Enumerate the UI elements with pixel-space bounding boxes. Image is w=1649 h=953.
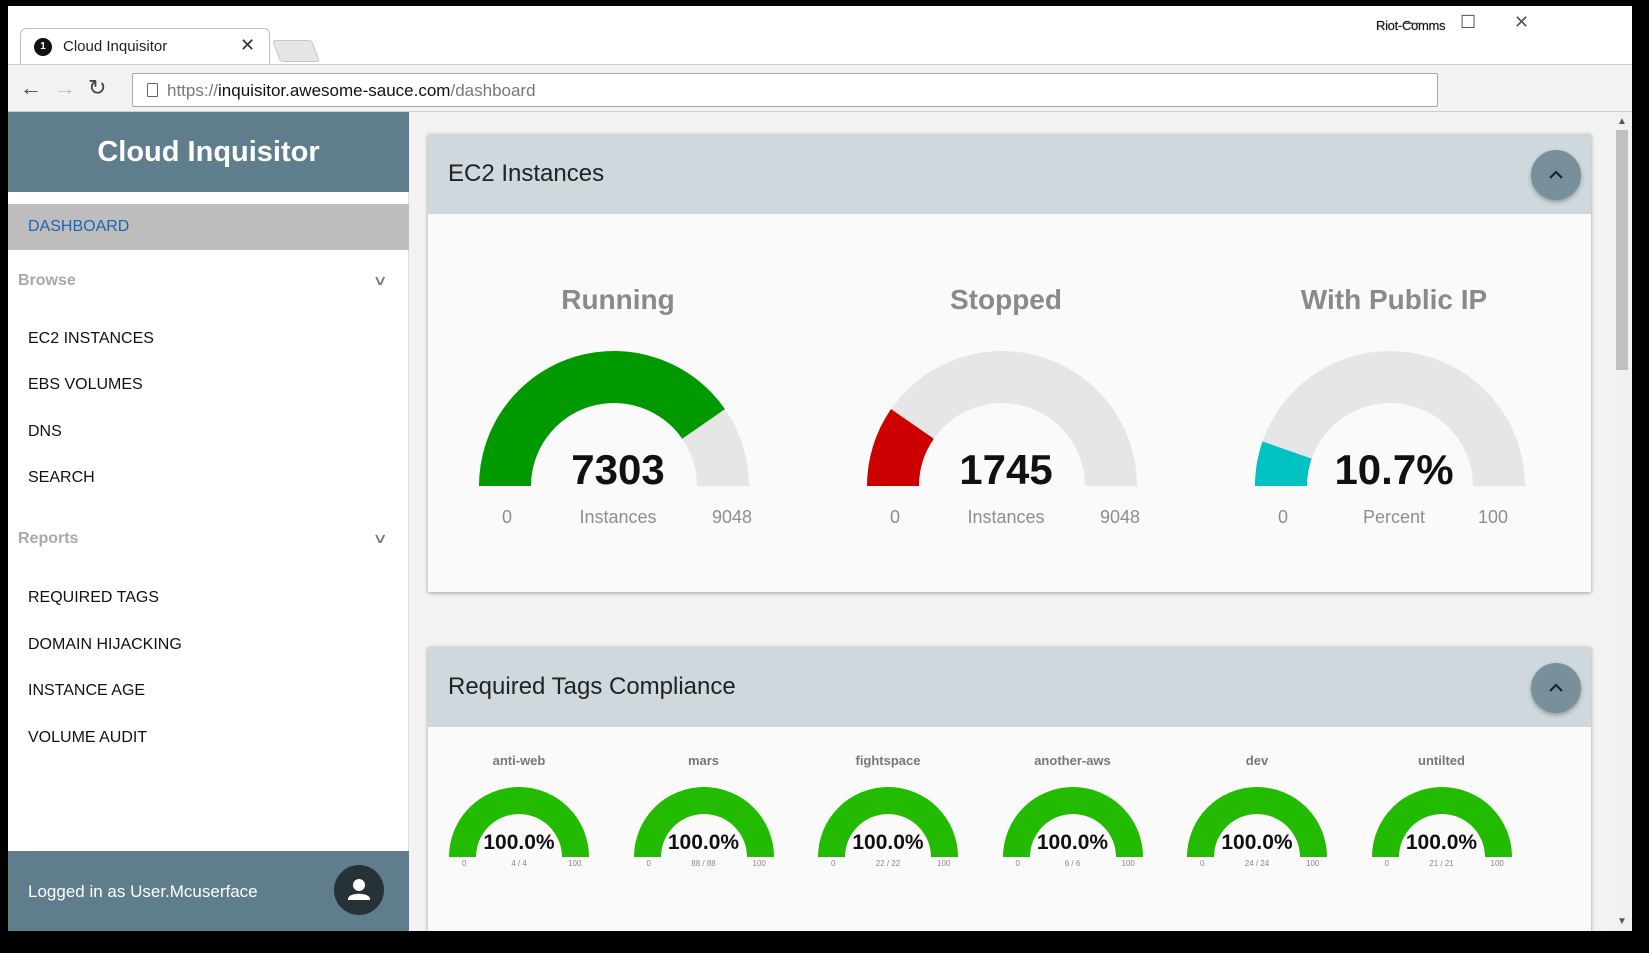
scroll-up-icon[interactable]: ▲ [1617,116,1627,127]
sidebar-group-reports[interactable]: Reports [18,530,78,548]
sidebar-item-ec2-instances[interactable]: EC2 INSTANCES [28,330,154,348]
collapse-button[interactable] [1531,663,1581,713]
tag-gauge-title: anti-web [492,753,546,768]
card-header: EC2 Instances [428,134,1591,214]
gauge-max-public-ip: 100 [1478,507,1509,527]
tag-gauge-value: 100.0% [1405,831,1478,854]
tag-gauge-max: 100 [752,859,766,868]
card-title: Required Tags Compliance [448,673,736,700]
url-host: inquisitor.awesome-sauce.com [218,81,451,100]
sidebar-item-required-tags[interactable]: REQUIRED TAGS [28,589,159,607]
sidebar-item-dashboard[interactable]: DASHBOARD [8,204,409,250]
sidebar-footer: Logged in as User.Mcuserface [8,851,409,931]
sidebar-item-instance-age[interactable]: INSTANCE AGE [28,682,145,700]
collapse-button[interactable] [1531,150,1581,200]
gauge-max-running: 9048 [712,507,753,527]
tag-gauge-value: 100.0% [667,831,740,854]
tag-gauge-max: 100 [937,859,951,868]
app-title: Cloud Inquisitor [8,112,409,192]
scroll-thumb[interactable] [1616,130,1628,370]
chevron-up-icon [1549,683,1563,692]
tag-gauge-value: 100.0% [1036,831,1109,854]
minimize-icon[interactable]: — [1404,12,1422,33]
logged-in-user: Logged in as User.Mcuserface [28,882,258,901]
tag-gauge-title: another-aws [1034,753,1111,768]
card-header: Required Tags Compliance [428,647,1591,727]
sidebar-group-browse[interactable]: Browse [18,272,76,290]
tag-gauge-max: 100 [568,859,582,868]
gauge-min-running: 0 [502,507,513,527]
tab-close-icon[interactable]: ✕ [240,35,255,56]
tag-gauge-value: 100.0% [852,831,924,854]
sidebar-item-search[interactable]: SEARCH [28,469,95,487]
required-tags-card: Required Tags Compliance anti-web 100.0% 0… [428,647,1591,931]
gauge-title-running: Running [561,284,675,315]
tag-gauge-title: fightspace [855,753,921,768]
reload-icon[interactable]: ↻ [88,75,106,101]
url-path: /dashboard [450,81,536,100]
sidebar-item-dns[interactable]: DNS [28,423,62,441]
user-avatar-icon[interactable] [334,865,384,915]
sidebar: Cloud Inquisitor DASHBOARD Browse ∨ EC2 … [8,112,409,931]
gauge-value-public-ip: 10.7% [1334,446,1454,493]
gauge-value-running: 7303 [571,446,665,493]
tab-title: Cloud Inquisitor [63,38,168,55]
tag-gauge-value: 100.0% [483,831,555,854]
gauge-title-public-ip: With Public IP [1300,284,1488,315]
title-bar: 1 Cloud Inquisitor ✕ Riot-Comms — ☐ ✕ [8,6,1632,66]
back-arrow-icon[interactable]: ← [20,75,42,101]
gauge-title-stopped: Stopped [950,284,1062,315]
chevron-down-icon[interactable]: ∨ [372,530,387,547]
sidebar-item-domain-hijacking[interactable]: DOMAIN HIJACKING [28,636,182,654]
gauge-value-stopped: 1745 [959,446,1053,493]
sidebar-item-volume-audit[interactable]: VOLUME AUDIT [28,729,147,747]
tag-gauge-max: 100 [1306,859,1320,868]
tag-gauge-max: 100 [1121,859,1135,868]
address-bar[interactable]: https://inquisitor.awesome-sauce.com/das… [132,73,1438,107]
tag-gauge-title: untilted [1418,753,1465,768]
url-text: https://inquisitor.awesome-sauce.com/das… [167,81,536,101]
scrollbar[interactable]: ▲ ▼ [1612,112,1632,931]
card-title: EC2 Instances [448,160,605,187]
sidebar-item-ebs-volumes[interactable]: EBS VOLUMES [28,376,143,394]
scroll-down-icon[interactable]: ▼ [1617,916,1627,927]
browser-toolbar: ← → ↻ https://inquisitor.awesome-sauce.c… [8,64,1632,112]
gauge-min-stopped: 0 [890,507,901,527]
chevron-down-icon[interactable]: ∨ [372,272,387,289]
tag-gauge-value: 100.0% [1221,831,1293,854]
tag-gauge-title: dev [1245,753,1269,768]
tab-favicon-icon: 1 [34,38,52,56]
main-content: EC2 Instances Running 7303 Instances 0 9… [409,112,1632,931]
maximize-icon[interactable]: ☐ [1460,12,1476,33]
tag-gauge-title: mars [687,753,720,768]
close-window-icon[interactable]: ✕ [1514,12,1529,33]
page-icon [147,83,158,97]
browser-window: 1 Cloud Inquisitor ✕ Riot-Comms — ☐ ✕ ← … [8,6,1632,931]
forward-arrow-icon[interactable]: → [54,75,76,101]
tag-gauge-max: 100 [1490,859,1504,868]
chevron-up-icon [1549,170,1563,179]
gauge-min-public-ip: 0 [1278,507,1289,527]
ec2-instances-card: EC2 Instances Running 7303 Instances 0 9… [428,134,1591,592]
new-tab-button[interactable] [271,40,321,62]
url-scheme: https:// [167,81,219,100]
gauge-max-stopped: 9048 [1100,507,1141,527]
